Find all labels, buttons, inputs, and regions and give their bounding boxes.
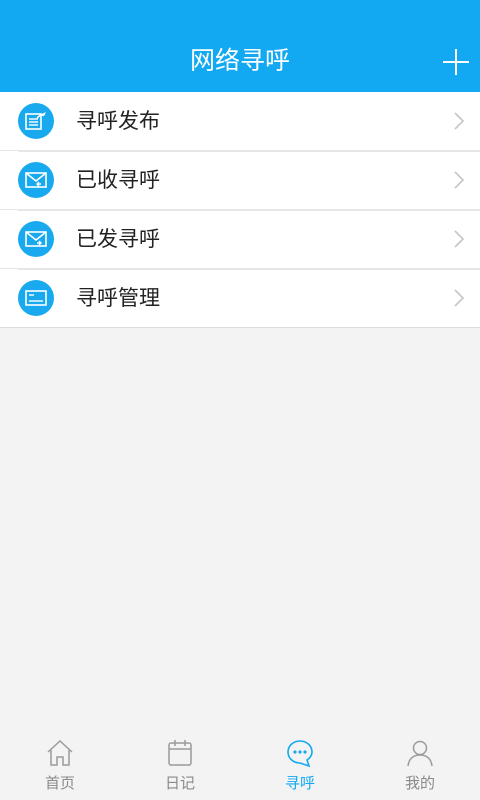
tab-label: 首页 — [44, 774, 75, 792]
chevron-right-icon — [454, 112, 465, 130]
menu-item-inbox[interactable]: 已收寻呼 — [0, 150, 480, 209]
menu-item-label: 寻呼管理 — [76, 286, 160, 310]
tab-label: 寻呼 — [284, 774, 315, 792]
screen-manage-icon — [18, 280, 54, 316]
bottom-tab-bar: 首页 日记 寻呼 我的 — [0, 732, 480, 800]
tab-mine[interactable]: 我的 — [360, 732, 480, 800]
top-bar: 网络寻呼 — [0, 0, 480, 92]
tab-home[interactable]: 首页 — [0, 732, 120, 800]
chat-bubble-icon — [287, 740, 313, 768]
tab-label: 日记 — [164, 774, 195, 792]
menu-item-page-publish[interactable]: 寻呼发布 — [0, 92, 480, 150]
menu-list: 寻呼发布 已收寻呼 已发寻呼 寻呼管理 — [0, 92, 480, 328]
tab-diary[interactable]: 日记 — [120, 732, 240, 800]
person-icon — [407, 740, 433, 767]
menu-item-manage[interactable]: 寻呼管理 — [0, 268, 480, 327]
chevron-right-icon — [454, 230, 465, 248]
calendar-icon — [168, 740, 192, 766]
plus-icon — [443, 49, 469, 75]
menu-item-label: 寻呼发布 — [76, 109, 160, 133]
mail-sent-icon — [18, 221, 54, 257]
tab-paging[interactable]: 寻呼 — [240, 732, 360, 800]
chevron-right-icon — [454, 289, 465, 307]
home-icon — [47, 739, 73, 766]
menu-item-label: 已发寻呼 — [76, 227, 160, 251]
page-publish-icon — [18, 103, 54, 139]
menu-item-label: 已收寻呼 — [76, 168, 160, 192]
tab-label: 我的 — [404, 774, 435, 792]
add-button[interactable] — [438, 44, 474, 80]
chevron-right-icon — [454, 171, 465, 189]
mail-inbox-icon — [18, 162, 54, 198]
menu-item-sent[interactable]: 已发寻呼 — [0, 209, 480, 268]
page-title: 网络寻呼 — [189, 46, 290, 75]
